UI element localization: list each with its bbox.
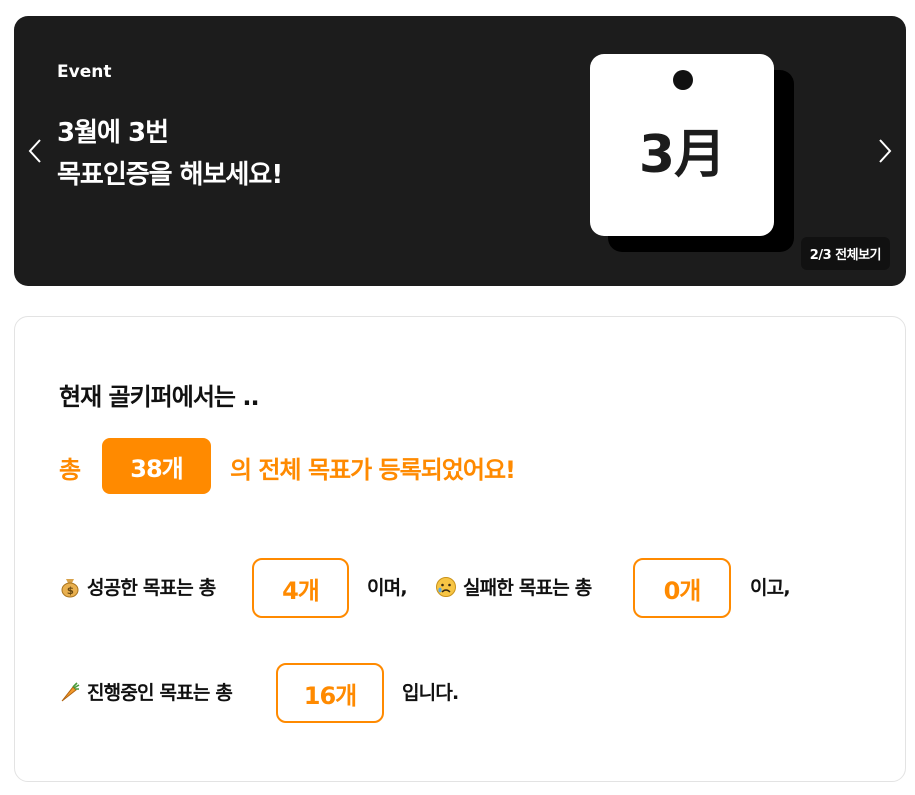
event-banner[interactable]: Event 3월에 3번 목표인증을 해보세요! 3月 2/3 전체보기 <box>14 16 906 286</box>
banner-headline: 3월에 3번 목표인증을 해보세요! <box>57 112 283 196</box>
calendar-month: 3月 <box>638 125 726 185</box>
previous-slide-button[interactable] <box>20 136 50 166</box>
progress-label: 진행중인 목표는 총 <box>87 682 233 704</box>
progress-label-row: 진행중인 목표는 총 <box>59 678 233 705</box>
view-all-pager-button[interactable]: 2/3 전체보기 <box>800 237 890 270</box>
fail-label: 실패한 목표는 총 <box>463 577 592 599</box>
event-label: Event <box>57 62 112 82</box>
progress-suffix: 입니다. <box>402 682 459 704</box>
headline-line-1: 3월에 3번 <box>57 118 169 148</box>
fail-label-row: 실패한 목표는 총 <box>435 573 592 600</box>
goal-stats-card: 현재 골키퍼에서는 .. 총 38개 의 전체 목표가 등록되었어요! $ 성공… <box>14 316 906 782</box>
stats-intro: 현재 골키퍼에서는 .. <box>59 383 260 411</box>
success-count-box: 4개 <box>252 558 349 618</box>
sad-face-icon <box>436 576 456 597</box>
chevron-left-icon <box>28 139 41 163</box>
calendar-illustration: 3月 <box>590 54 774 236</box>
calendar-ring-icon <box>673 70 693 90</box>
next-slide-button[interactable] <box>870 136 900 166</box>
total-suffix: 의 전체 목표가 등록되었어요! <box>230 456 516 484</box>
fail-suffix: 이고, <box>750 577 791 599</box>
success-suffix: 이며, <box>367 577 408 599</box>
money-bag-icon: $ <box>61 578 79 597</box>
fail-count-box: 0개 <box>633 558 731 618</box>
headline-line-2: 목표인증을 해보세요! <box>57 160 283 190</box>
chevron-right-icon <box>879 139 892 163</box>
success-label-row: $ 성공한 목표는 총 <box>59 573 216 600</box>
total-prefix: 총 <box>59 456 82 484</box>
total-count-badge: 38개 <box>102 438 211 494</box>
progress-count-box: 16개 <box>276 663 384 723</box>
carrot-icon <box>61 681 80 701</box>
svg-text:$: $ <box>67 586 74 597</box>
success-label: 성공한 목표는 총 <box>87 577 216 599</box>
